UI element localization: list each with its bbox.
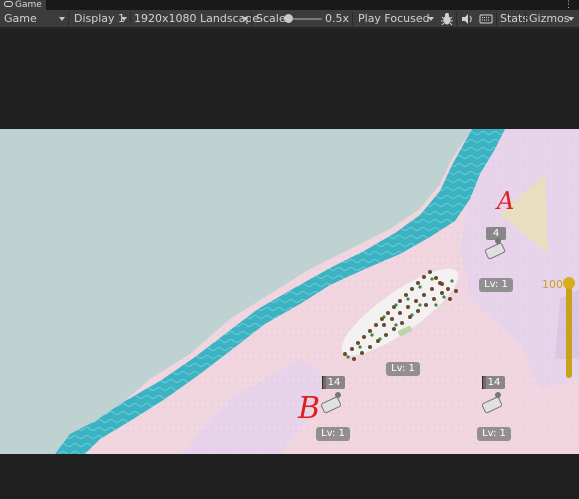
tower-a-level-label: Lv: 1 (479, 278, 513, 292)
divider (251, 12, 252, 26)
game-view-toolbar: Game Display 1 1920x1080 Landscape Scale… (0, 10, 579, 28)
scale-slider-handle[interactable] (284, 14, 293, 23)
annotation-letter-b: B (298, 391, 321, 426)
display-label: Display 1 (74, 12, 126, 25)
stats-label: Stats (500, 12, 529, 25)
tower-right-level-label: Lv: 1 (477, 427, 511, 441)
divider (130, 12, 131, 26)
display-mode-dropdown[interactable]: Game (4, 10, 37, 28)
tower-b-level-label: Lv: 1 (316, 427, 350, 441)
tab-game-label: Game (15, 0, 42, 10)
chevron-down-icon (59, 17, 65, 21)
scale-slider-track[interactable] (288, 18, 322, 20)
window-tab-bar: Game ⋮ (0, 0, 579, 10)
game-viewport: 4 14 14 Lv: 1 Lv: 1 Lv: 1 Lv: 1 A B 100 (0, 29, 579, 499)
tab-game[interactable]: Game (0, 0, 46, 10)
play-mode-label: Play Focused (358, 12, 430, 25)
more-options-icon[interactable]: ⋮ (564, 0, 573, 10)
chevron-down-icon (121, 17, 127, 21)
game-render[interactable]: 4 14 14 Lv: 1 Lv: 1 Lv: 1 Lv: 1 A B 100 (0, 129, 579, 454)
display-mode-label: Game (4, 12, 37, 25)
divider (352, 12, 353, 26)
gamepad-icon (4, 1, 13, 7)
scale-value: 0.5x (325, 12, 350, 25)
divider (456, 12, 457, 26)
keyboard-icon[interactable] (479, 10, 493, 28)
display-dropdown[interactable]: Display 1 (74, 10, 125, 28)
chevron-down-icon (428, 17, 434, 21)
chevron-down-icon (568, 17, 574, 21)
divider (496, 12, 497, 26)
speed-slider-track[interactable] (566, 282, 572, 378)
speed-slider-value: 100 (542, 278, 563, 291)
resolution-label: 1920x1080 Landscape (134, 12, 260, 25)
resolution-dropdown[interactable]: 1920x1080 Landscape (134, 10, 259, 28)
speed-slider-handle[interactable] (563, 277, 575, 289)
divider (68, 12, 69, 26)
gizmos-button[interactable]: Gizmos (529, 10, 570, 28)
speaker-icon[interactable] (460, 10, 474, 28)
divider (525, 12, 526, 26)
stats-button[interactable]: Stats (500, 10, 528, 28)
scale-label: Scale (256, 12, 286, 25)
chevron-down-icon (242, 17, 248, 21)
tower-right-count-badge: 14 (483, 376, 505, 389)
tower-mid-level-label: Lv: 1 (386, 362, 420, 376)
fog-texture (0, 129, 460, 454)
play-mode-dropdown[interactable]: Play Focused (358, 10, 430, 28)
tower-b-count-badge: 14 (323, 376, 345, 389)
gizmos-label: Gizmos (529, 12, 570, 25)
annotation-letter-a: A (497, 187, 515, 215)
tower-a-count-badge: 4 (486, 227, 506, 240)
bug-icon[interactable] (440, 10, 454, 28)
